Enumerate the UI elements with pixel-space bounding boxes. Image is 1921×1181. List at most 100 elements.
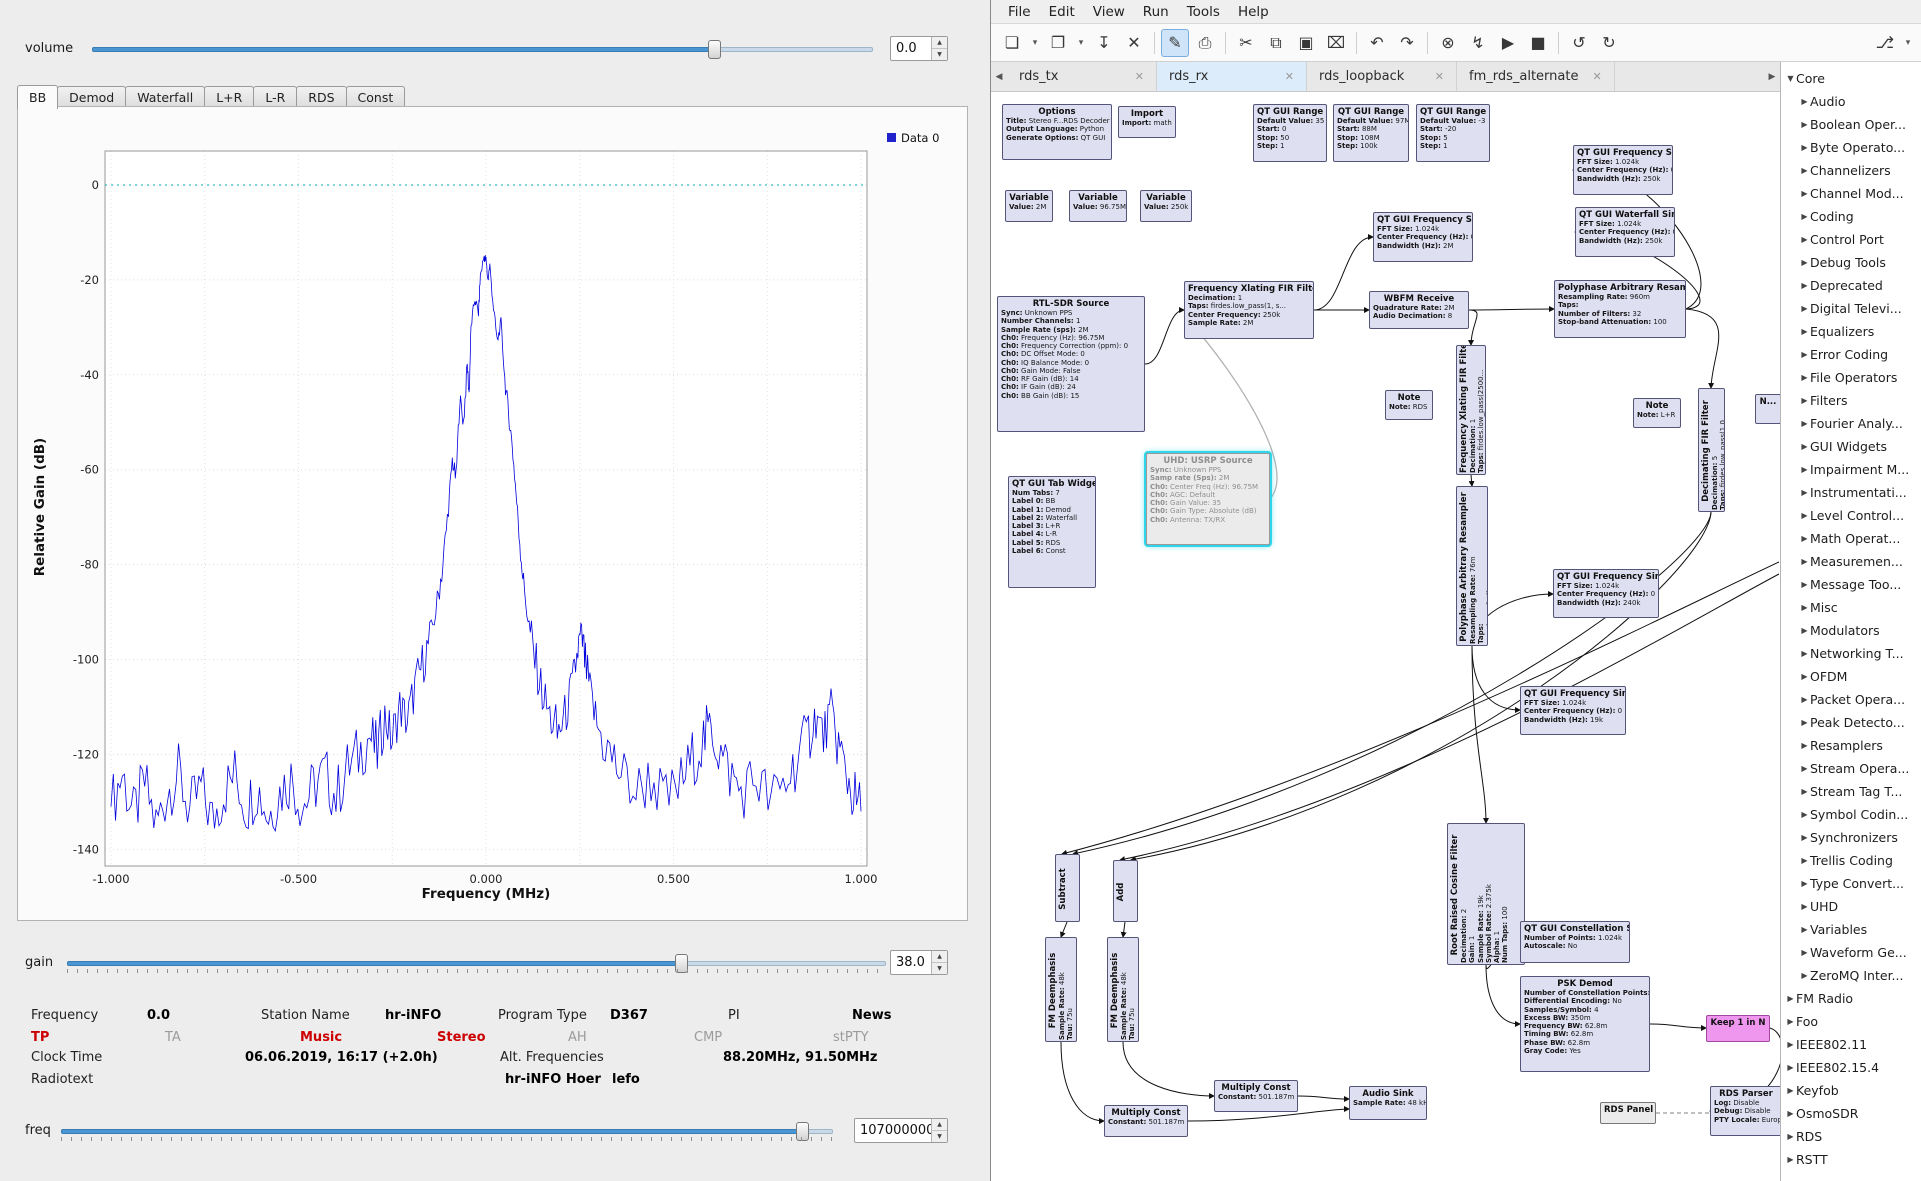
block-frequency-xlating-fir-filter[interactable]: Frequency Xlating FIR FilterDecimation: … — [1456, 345, 1486, 475]
input-port[interactable] — [1126, 860, 1134, 861]
menu-view[interactable]: View — [1084, 2, 1134, 22]
volume-slider-handle[interactable] — [708, 40, 721, 59]
tree-collapsed-icon[interactable]: ▶ — [1799, 833, 1810, 842]
input-port[interactable] — [1369, 306, 1370, 314]
library-category-ieee802-15-4[interactable]: ▶IEEE802.15.4 — [1781, 1056, 1921, 1079]
library-category-byte-operato-[interactable]: ▶Byte Operato... — [1781, 136, 1921, 159]
view-errors-icon[interactable]: ⊗ — [1434, 29, 1462, 57]
volume-up-arrow[interactable]: ▲ — [932, 37, 947, 49]
tree-collapsed-icon[interactable]: ▶ — [1799, 856, 1810, 865]
library-category-networking-t-[interactable]: ▶Networking T... — [1781, 642, 1921, 665]
menu-edit[interactable]: Edit — [1040, 2, 1084, 22]
library-category-debug-tools[interactable]: ▶Debug Tools — [1781, 251, 1921, 274]
block-options[interactable]: OptionsTitle: Stereo F...RDS DecoderOutp… — [1002, 104, 1112, 160]
output-port[interactable] — [1685, 305, 1686, 313]
input-port[interactable] — [1482, 823, 1490, 824]
library-category-filters[interactable]: ▶Filters — [1781, 389, 1921, 412]
input-port[interactable] — [1520, 1020, 1521, 1028]
tab-scroll-left-icon[interactable]: ◀ — [991, 62, 1007, 91]
tree-collapsed-icon[interactable]: ▶ — [1799, 557, 1810, 566]
library-category-fm-radio[interactable]: ▶FM Radio — [1781, 987, 1921, 1010]
library-category-message-too-[interactable]: ▶Message Too... — [1781, 573, 1921, 596]
library-category-control-port[interactable]: ▶Control Port — [1781, 228, 1921, 251]
tree-collapsed-icon[interactable]: ▶ — [1799, 442, 1810, 451]
print-icon[interactable]: ⎙ — [1191, 29, 1219, 57]
output-port[interactable] — [1144, 360, 1145, 368]
tree-collapsed-icon[interactable]: ▶ — [1785, 1109, 1796, 1118]
block-subtract[interactable]: Subtract — [1055, 854, 1080, 922]
library-category-channelizers[interactable]: ▶Channelizers — [1781, 159, 1921, 182]
block-keep-1-in-n[interactable]: Keep 1 in N — [1706, 1015, 1770, 1042]
input-port[interactable] — [1708, 388, 1716, 389]
tree-collapsed-icon[interactable]: ▶ — [1799, 902, 1810, 911]
output-port[interactable] — [1269, 495, 1270, 503]
library-category-symbol-codin-[interactable]: ▶Symbol Codin... — [1781, 803, 1921, 826]
new-file-dropdown-icon[interactable]: ▾ — [1028, 29, 1042, 57]
library-category-measuremen-[interactable]: ▶Measuremen... — [1781, 550, 1921, 573]
tree-collapsed-icon[interactable]: ▶ — [1799, 810, 1810, 819]
block-variable[interactable]: VariableValue: 250k — [1140, 190, 1192, 222]
output-port[interactable] — [1187, 1117, 1188, 1125]
block-audio-sink[interactable]: Audio SinkSample Rate: 48 kHz — [1349, 1086, 1427, 1120]
flowgraph-tab-rds_tx[interactable]: rds_tx✕ — [1007, 62, 1157, 91]
freq-slider[interactable] — [61, 1121, 833, 1141]
library-category-file-operators[interactable]: ▶File Operators — [1781, 366, 1921, 389]
output-port[interactable] — [1122, 921, 1130, 922]
block-qt-gui-frequency-sink[interactable]: QT GUI Frequency SinkFFT Size: 1.024kCen… — [1553, 569, 1659, 618]
input-port[interactable] — [1117, 860, 1125, 861]
toolbar-dropdown-icon[interactable]: ▾ — [1901, 29, 1915, 57]
input-port[interactable] — [1520, 938, 1521, 946]
block-rds-panel[interactable]: RDS Panel — [1600, 1102, 1656, 1124]
tree-collapsed-icon[interactable]: ▶ — [1799, 626, 1810, 635]
library-category-digital-televi-[interactable]: ▶Digital Televi... — [1781, 297, 1921, 320]
block-qt-gui-tab-widget[interactable]: QT GUI Tab WidgetNum Tabs: 7Label 0: BBL… — [1008, 476, 1096, 588]
block-qt-gui-range[interactable]: QT GUI RangeDefault Value: -3Start: -20S… — [1416, 104, 1490, 162]
output-port[interactable] — [1468, 645, 1476, 646]
reload-icon[interactable]: ↺ — [1565, 29, 1593, 57]
output-port[interactable] — [1313, 306, 1314, 314]
open-file-dropdown-icon[interactable]: ▾ — [1074, 29, 1088, 57]
close-file-icon[interactable]: ✕ — [1120, 29, 1148, 57]
tree-collapsed-icon[interactable]: ▶ — [1785, 994, 1796, 1003]
tree-collapsed-icon[interactable]: ▶ — [1785, 1063, 1796, 1072]
input-port[interactable] — [1104, 1117, 1105, 1125]
tree-collapsed-icon[interactable]: ▶ — [1799, 971, 1810, 980]
tree-collapsed-icon[interactable]: ▶ — [1799, 603, 1810, 612]
block-frequency-xlating-fir-filter[interactable]: Frequency Xlating FIR FilterDecimation: … — [1184, 281, 1314, 339]
library-category-level-control-[interactable]: ▶Level Control... — [1781, 504, 1921, 527]
library-category-deprecated[interactable]: ▶Deprecated — [1781, 274, 1921, 297]
tree-collapsed-icon[interactable]: ▶ — [1799, 465, 1810, 474]
flowgraph-canvas[interactable]: OptionsTitle: Stereo F...RDS DecoderOutp… — [991, 92, 1780, 1181]
tree-collapsed-icon[interactable]: ▶ — [1785, 1017, 1796, 1026]
library-category-misc[interactable]: ▶Misc — [1781, 596, 1921, 619]
input-port[interactable] — [1059, 854, 1067, 855]
input-port[interactable] — [1575, 228, 1576, 236]
open-hierarchy-icon[interactable]: ⎇ — [1871, 29, 1899, 57]
library-category-rstt[interactable]: ▶RSTT — [1781, 1148, 1921, 1171]
tree-collapsed-icon[interactable]: ▶ — [1799, 97, 1810, 106]
library-category-modulators[interactable]: ▶Modulators — [1781, 619, 1921, 642]
tree-collapsed-icon[interactable]: ▶ — [1799, 948, 1810, 957]
block-psk-demod[interactable]: PSK DemodNumber of Constellation Points:… — [1520, 976, 1650, 1072]
input-port[interactable] — [1573, 166, 1574, 174]
tab-close-icon[interactable]: ✕ — [1285, 70, 1294, 83]
library-category-impairment-m-[interactable]: ▶Impairment M... — [1781, 458, 1921, 481]
menu-run[interactable]: Run — [1134, 2, 1178, 22]
library-category-equalizers[interactable]: ▶Equalizers — [1781, 320, 1921, 343]
input-port[interactable] — [1706, 1025, 1707, 1033]
block-polyphase-arbitrary-resampler[interactable]: Polyphase Arbitrary ResamplerResampling … — [1456, 486, 1488, 646]
library-category-ofdm[interactable]: ▶OFDM — [1781, 665, 1921, 688]
cut-icon[interactable]: ✂ — [1232, 29, 1260, 57]
tree-collapsed-icon[interactable]: ▶ — [1799, 327, 1810, 336]
tree-collapsed-icon[interactable]: ▶ — [1785, 1132, 1796, 1141]
tree-collapsed-icon[interactable]: ▶ — [1799, 879, 1810, 888]
library-category-packet-opera-[interactable]: ▶Packet Opera... — [1781, 688, 1921, 711]
volume-slider[interactable] — [92, 39, 873, 59]
tree-collapsed-icon[interactable]: ▶ — [1799, 672, 1810, 681]
library-category-uhd[interactable]: ▶UHD — [1781, 895, 1921, 918]
library-category-variables[interactable]: ▶Variables — [1781, 918, 1921, 941]
gain-spinbox[interactable]: 38.0 ▲▼ — [890, 950, 948, 975]
output-port[interactable] — [1708, 511, 1716, 512]
block-qt-gui-frequency-sink[interactable]: QT GUI Frequency SinkFFT Size: 1.024kCen… — [1573, 145, 1673, 195]
block-add[interactable]: Add — [1113, 860, 1138, 922]
